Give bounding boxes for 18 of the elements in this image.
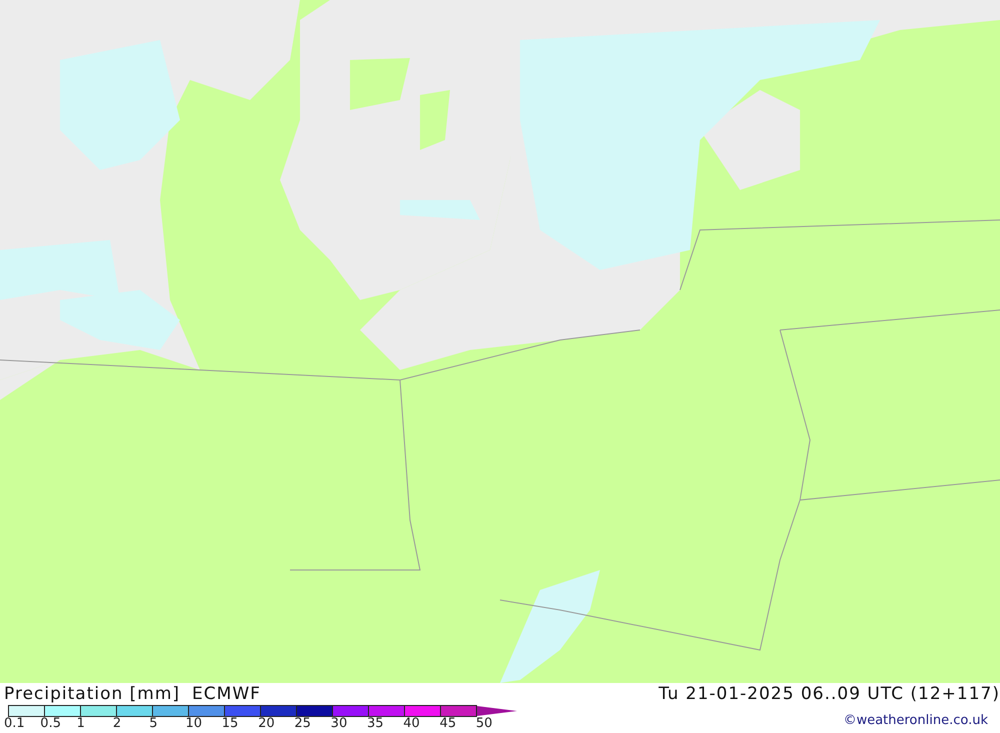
copyright-link[interactable]: ©weatheronline.co.uk — [843, 713, 988, 728]
legend-label: 40 — [403, 717, 421, 731]
map-title: Precipitation [mm] — [4, 683, 180, 705]
legend-label: 10 — [185, 717, 204, 731]
legend-label: 50 — [476, 717, 494, 731]
legend-label: 0.1 — [4, 717, 26, 731]
legend-label: 25 — [294, 717, 312, 731]
legend-label: 5 — [149, 717, 158, 731]
legend-label: 15 — [222, 717, 240, 731]
legend-label: 0.5 — [40, 717, 62, 731]
valid-time: Tu 21-01-2025 06..09 UTC (12+117) — [658, 683, 1000, 705]
legend-label: 35 — [366, 717, 385, 731]
legend-label: 20 — [258, 717, 276, 731]
legend-label: 2 — [112, 717, 122, 731]
legend-label: 30 — [330, 717, 348, 731]
model-name: ECMWF — [192, 683, 261, 705]
legend-label: 45 — [440, 717, 458, 731]
legend-label: 1 — [76, 717, 86, 731]
